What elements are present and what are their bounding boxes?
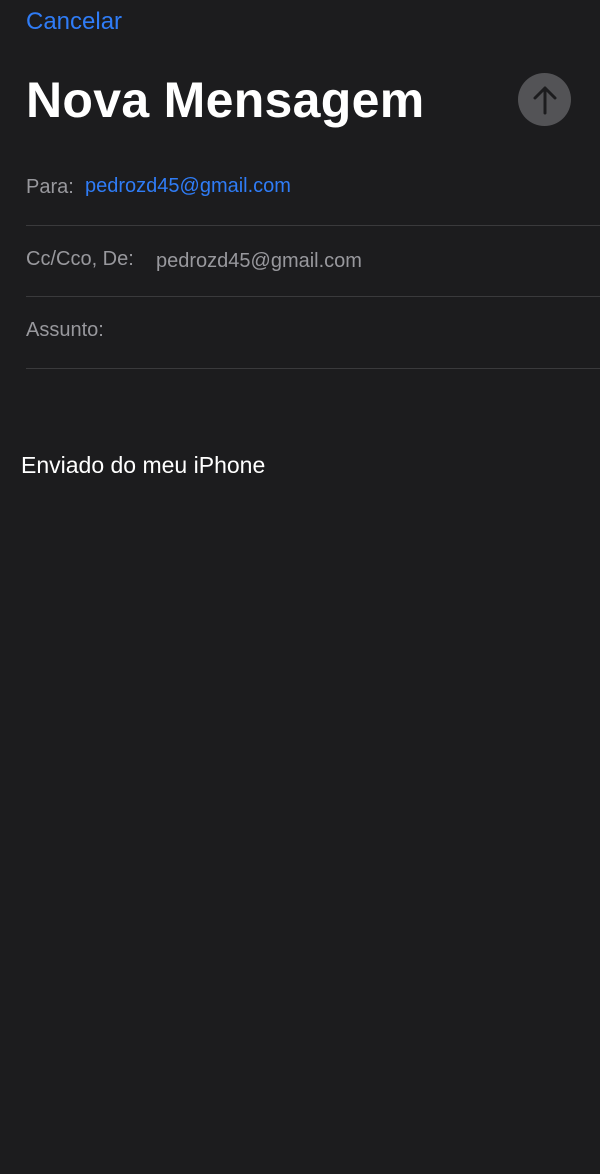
page-title: Nova Mensagem [26,72,425,128]
message-body[interactable]: Enviado do meu iPhone [0,370,600,1174]
to-label: Para: [26,176,74,198]
subject-field[interactable]: Assunto: [26,297,600,369]
from-address[interactable]: pedrozd45@gmail.com [156,250,362,273]
send-button[interactable] [518,73,571,126]
arrow-up-icon [533,86,556,114]
to-recipient[interactable]: pedrozd45@gmail.com [85,175,291,198]
to-field[interactable]: Para: pedrozd45@gmail.com [26,158,600,226]
signature-text: Enviado do meu iPhone [21,452,266,478]
subject-input[interactable] [124,313,590,351]
cc-bcc-from-field[interactable]: Cc/Cco, De: pedrozd45@gmail.com [26,226,600,297]
compose-screen: Cancelar Nova Mensagem Para: pedrozd45@g… [0,0,600,1174]
subject-label: Assunto: [26,319,104,341]
cancel-button[interactable]: Cancelar [26,6,122,38]
cc-bcc-from-label: Cc/Cco, De: [26,248,134,270]
